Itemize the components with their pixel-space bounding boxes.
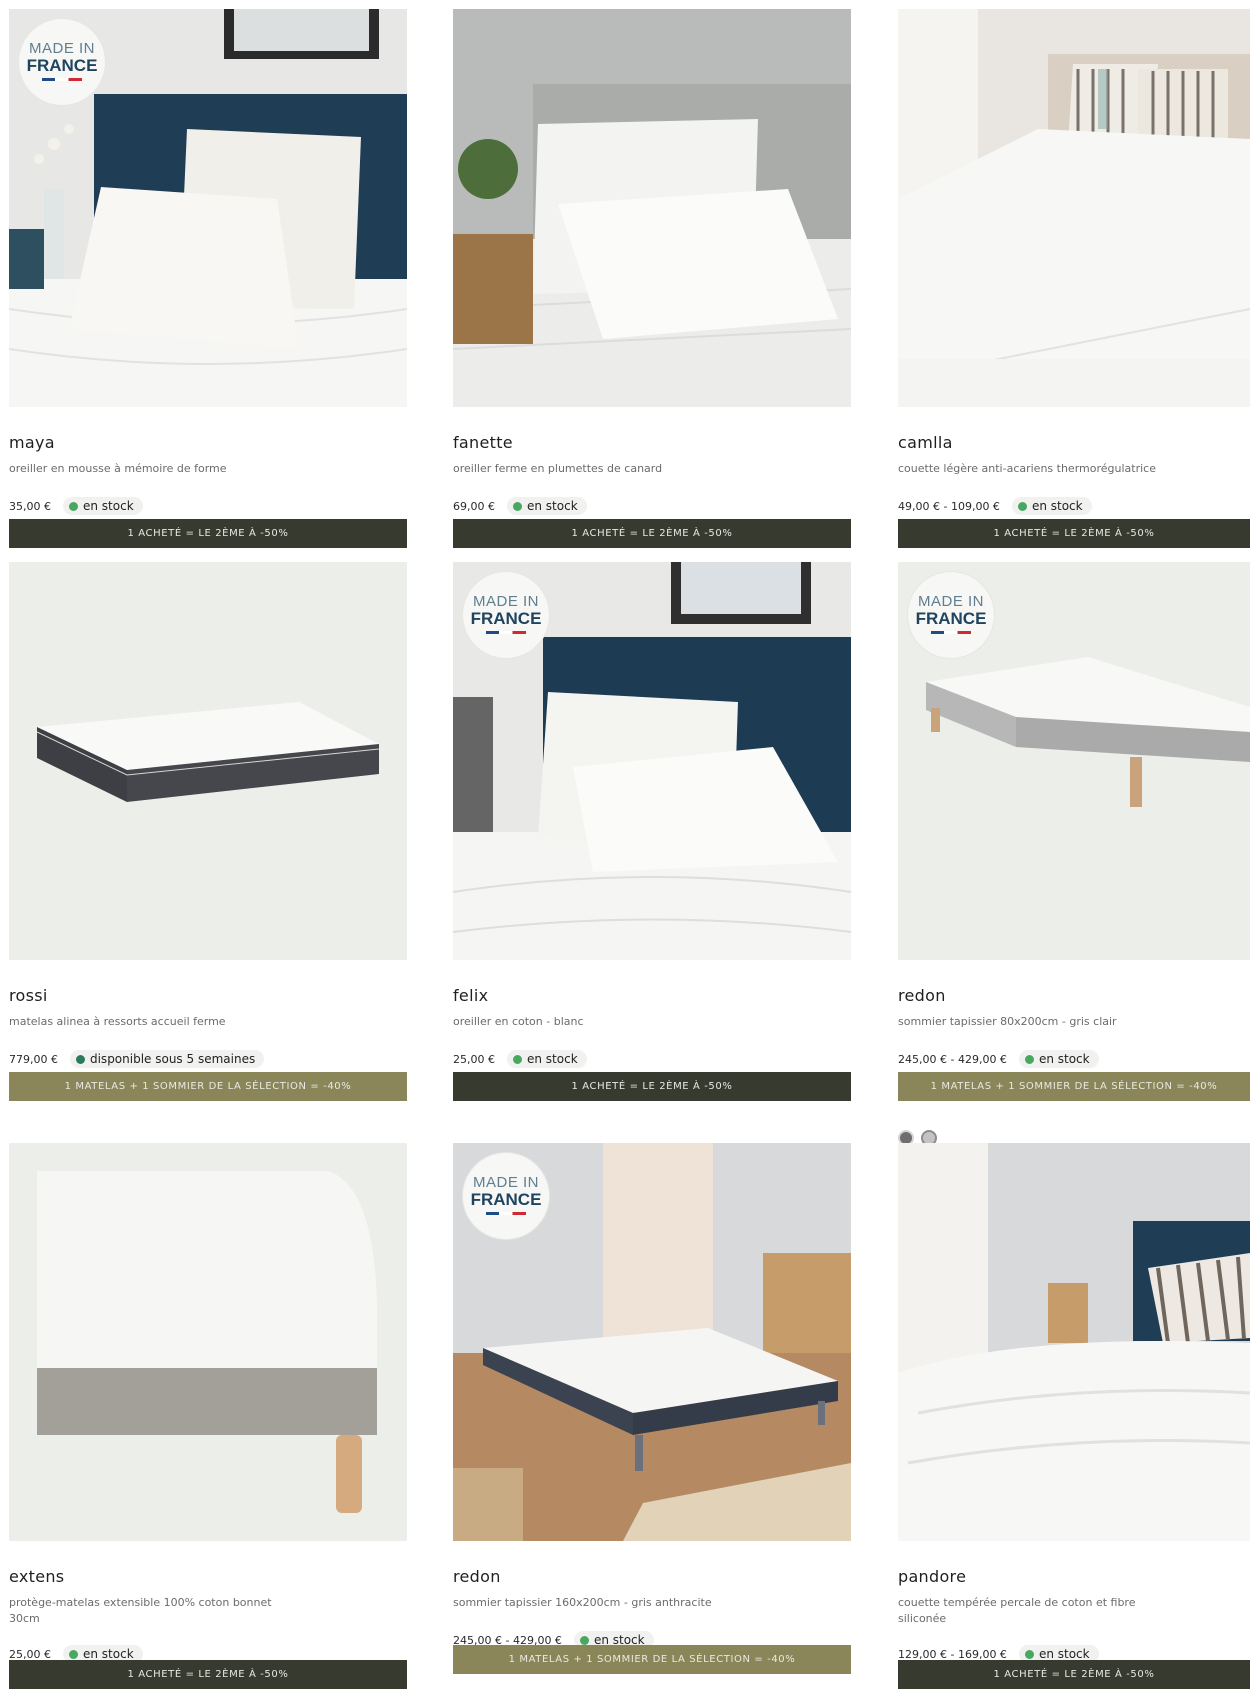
availability-dot-icon: [75, 1054, 85, 1064]
product-price: 49,00 € - 109,00 €: [898, 499, 1000, 513]
made-in-france-badge: MADE IN FRANCE: [463, 572, 549, 658]
promo-banner[interactable]: 1 ACHETÉ = LE 2ÈME À -50%: [9, 519, 407, 548]
promo-banner[interactable]: 1 MATELAS + 1 SOMMIER DE LA SÉLECTION = …: [453, 1645, 851, 1674]
product-image-pandore[interactable]: [898, 1143, 1250, 1541]
made-in-france-badge: MADE IN FRANCE: [908, 572, 994, 658]
stock-badge: disponible sous 5 semaines: [69, 1050, 265, 1068]
in-stock-dot-icon: [513, 1054, 522, 1064]
french-flag-icon: [931, 631, 971, 634]
promo-banner[interactable]: 1 ACHETÉ = LE 2ÈME À -50%: [9, 1660, 407, 1689]
product-price: 779,00 €: [9, 1052, 58, 1066]
product-price: 25,00 €: [9, 1647, 51, 1661]
product-image-extens[interactable]: [9, 1143, 407, 1541]
price-row: 69,00 € en stock: [453, 497, 587, 515]
product-description: sommier tapissier 160x200cm - gris anthr…: [453, 1596, 712, 1609]
in-stock-dot-icon: [513, 501, 522, 511]
product-name[interactable]: felix: [453, 986, 488, 1005]
product-name[interactable]: camlla: [898, 433, 953, 452]
in-stock-dot-icon: [1024, 1649, 1034, 1659]
product-name[interactable]: pandore: [898, 1567, 966, 1586]
in-stock-dot-icon: [579, 1635, 589, 1645]
promo-banner[interactable]: 1 ACHETÉ = LE 2ÈME À -50%: [453, 519, 851, 548]
made-in-france-badge: MADE IN FRANCE: [463, 1153, 549, 1239]
product-price: 69,00 €: [453, 499, 495, 513]
product-name[interactable]: redon: [898, 986, 946, 1005]
product-description: couette tempérée percale de coton et fib…: [898, 1596, 1136, 1625]
stock-badge: en stock: [507, 1050, 587, 1068]
product-name[interactable]: fanette: [453, 433, 513, 452]
product-price: 245,00 € - 429,00 €: [898, 1052, 1007, 1066]
product-image-redon-gris-clair[interactable]: MADE IN FRANCE: [898, 562, 1250, 960]
french-flag-icon: [486, 631, 526, 634]
product-image-fanette[interactable]: [453, 9, 851, 407]
mattress-protector-photo: [9, 1143, 407, 1541]
french-flag-icon: [486, 1212, 526, 1215]
product-description: oreiller en coton - blanc: [453, 1015, 584, 1028]
duvet-photo: [898, 1143, 1250, 1541]
product-description: matelas alinea à ressorts accueil ferme: [9, 1015, 226, 1028]
product-description: couette légère anti-acariens thermorégul…: [898, 462, 1156, 475]
product-name[interactable]: rossi: [9, 986, 48, 1005]
stock-badge: en stock: [63, 497, 143, 515]
product-price: 129,00 € - 169,00 €: [898, 1647, 1007, 1661]
product-description: sommier tapissier 80x200cm - gris clair: [898, 1015, 1117, 1028]
stock-badge: en stock: [1011, 497, 1092, 515]
product-name[interactable]: redon: [453, 1567, 501, 1586]
price-row: 49,00 € - 109,00 € en stock: [898, 497, 1092, 515]
promo-banner[interactable]: 1 ACHETÉ = LE 2ÈME À -50%: [898, 519, 1250, 548]
product-description: oreiller ferme en plumettes de canard: [453, 462, 663, 475]
promo-banner[interactable]: 1 ACHETÉ = LE 2ÈME À -50%: [898, 1660, 1250, 1689]
in-stock-dot-icon: [1024, 1054, 1034, 1064]
product-image-maya[interactable]: MADE IN FRANCE: [9, 9, 407, 407]
pillow-photo: [453, 9, 851, 407]
product-image-felix[interactable]: MADE IN FRANCE: [453, 562, 851, 960]
stock-badge: en stock: [1018, 1050, 1099, 1068]
duvet-photo: [898, 9, 1250, 407]
in-stock-dot-icon: [1017, 501, 1027, 511]
product-price: 25,00 €: [453, 1052, 495, 1066]
price-row: 25,00 € en stock: [453, 1050, 587, 1068]
french-flag-icon: [42, 78, 82, 81]
product-description: oreiller en mousse à mémoire de forme: [9, 462, 227, 475]
product-image-camlla[interactable]: [898, 9, 1250, 407]
in-stock-dot-icon: [69, 501, 78, 511]
in-stock-dot-icon: [69, 1649, 78, 1659]
made-in-france-badge: MADE IN FRANCE: [19, 19, 105, 105]
product-name[interactable]: extens: [9, 1567, 64, 1586]
price-row: 35,00 € en stock: [9, 497, 143, 515]
promo-banner[interactable]: 1 MATELAS + 1 SOMMIER DE LA SÉLECTION = …: [898, 1072, 1250, 1101]
product-name[interactable]: maya: [9, 433, 55, 452]
stock-badge: en stock: [507, 497, 587, 515]
product-price: 35,00 €: [9, 499, 51, 513]
product-image-rossi[interactable]: [9, 562, 407, 960]
product-image-redon-anthracite[interactable]: MADE IN FRANCE: [453, 1143, 851, 1541]
price-row: 245,00 € - 429,00 € en stock: [898, 1050, 1099, 1068]
price-row: 779,00 € disponible sous 5 semaines: [9, 1050, 265, 1068]
product-description: protège-matelas extensible 100% coton bo…: [9, 1596, 272, 1625]
mattress-photo: [9, 562, 407, 960]
promo-banner[interactable]: 1 ACHETÉ = LE 2ÈME À -50%: [453, 1072, 851, 1101]
promo-banner[interactable]: 1 MATELAS + 1 SOMMIER DE LA SÉLECTION = …: [9, 1072, 407, 1101]
